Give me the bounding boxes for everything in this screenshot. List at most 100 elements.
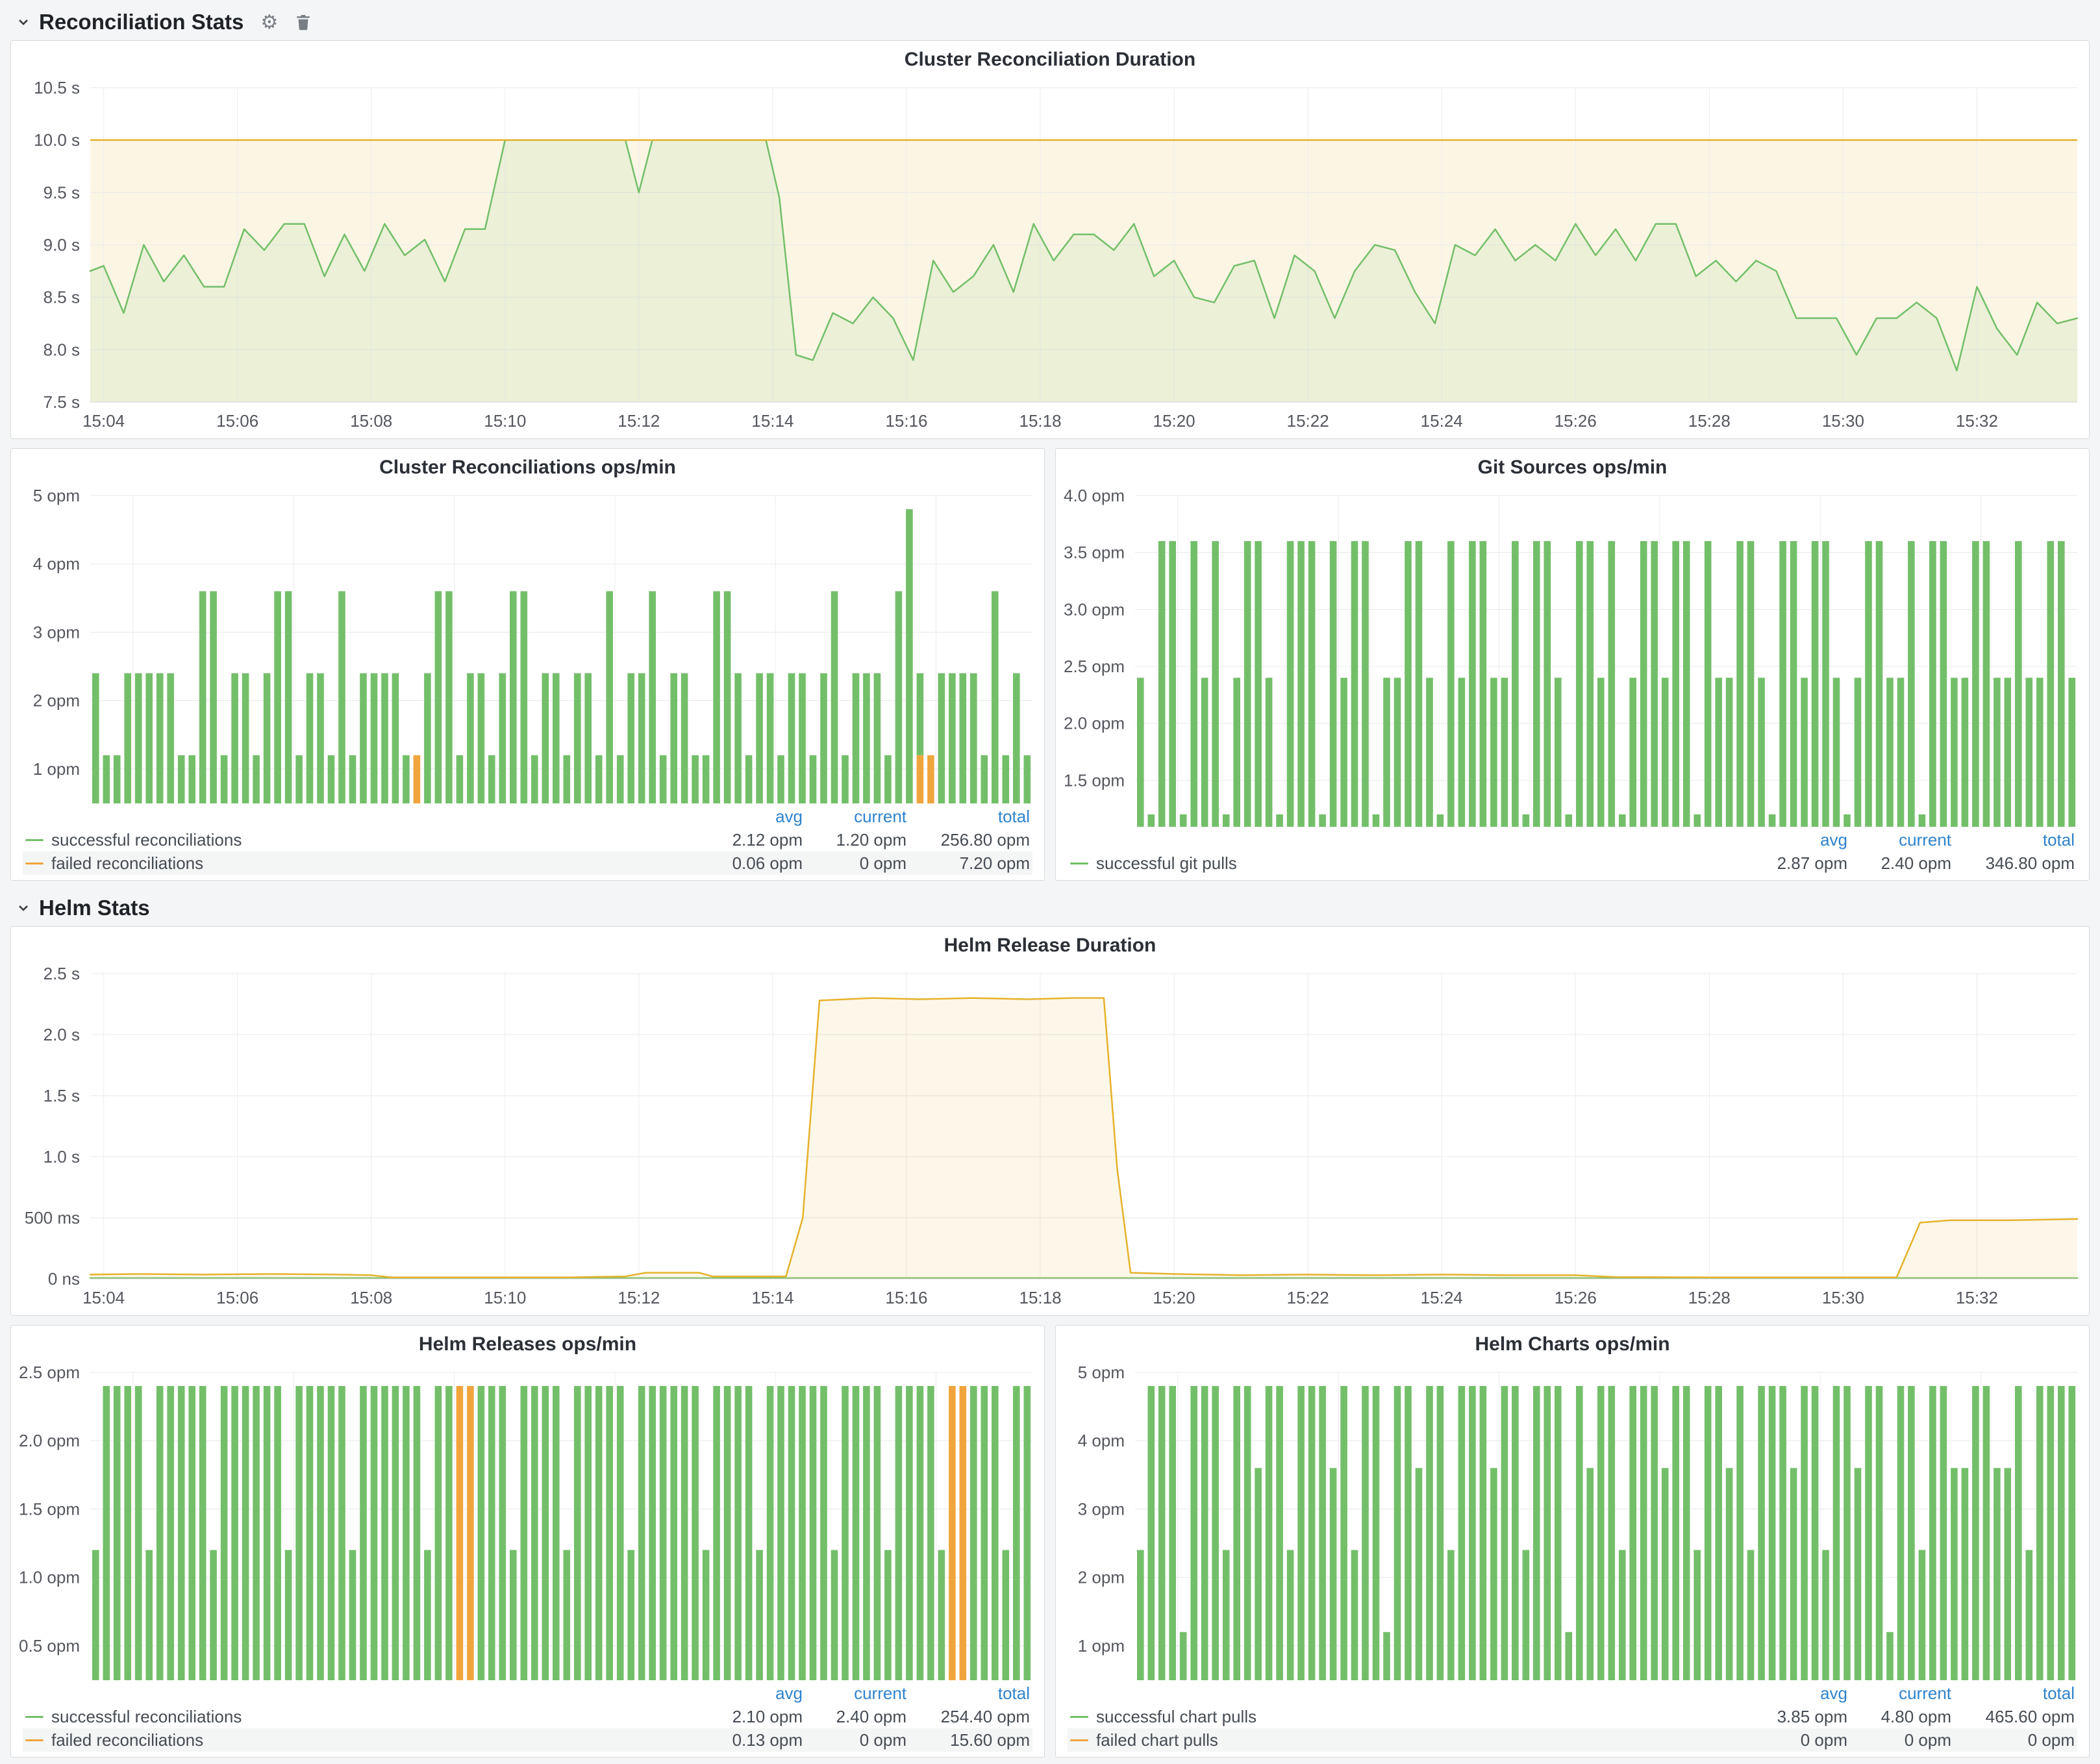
svg-text:15:22: 15:22 (1287, 1288, 1329, 1307)
svg-text:8.0 s: 8.0 s (44, 340, 80, 359)
svg-text:3 opm: 3 opm (33, 622, 80, 642)
svg-text:2.0 s: 2.0 s (44, 1025, 80, 1044)
legend-value: 0.13 opm (699, 1730, 803, 1750)
legend-header-avg[interactable]: avg (1744, 830, 1847, 850)
svg-text:15:12: 15:12 (618, 1288, 660, 1307)
panel-title[interactable]: Cluster Reconciliations ops/min (11, 449, 1044, 484)
svg-text:5 opm: 5 opm (1078, 1363, 1125, 1382)
git-sources-chart[interactable]: 1.0 opm1.5 opm2.0 opm2.5 opm3.0 opm3.5 o… (1056, 484, 2089, 827)
legend-value: 0 opm (1744, 1730, 1847, 1750)
legend-header-total[interactable]: total (1951, 1683, 2075, 1704)
legend-row: failed chart pulls0 opm0 opm0 opm (1068, 1728, 2077, 1752)
panel-title[interactable]: Helm Releases ops/min (11, 1326, 1044, 1361)
legend-header-row: avgcurrenttotal (23, 805, 1032, 828)
legend-header-total[interactable]: total (1951, 830, 2075, 850)
svg-text:2.5 opm: 2.5 opm (1064, 657, 1125, 676)
legend-value: 0 opm (1951, 1730, 2075, 1750)
legend-series-label[interactable]: successful git pulls (1096, 853, 1237, 874)
legend-header-avg[interactable]: avg (699, 1683, 803, 1704)
panel-title[interactable]: Helm Release Duration (11, 927, 2089, 962)
legend-header-current[interactable]: current (803, 1683, 906, 1704)
legend-row: failed reconciliations 0.13 opm0 opm15.60… (23, 1728, 1032, 1752)
svg-text:3.0 opm: 3.0 opm (1064, 599, 1125, 619)
legend-series-label[interactable]: failed reconciliations (51, 853, 203, 874)
legend-value: 465.60 opm (1951, 1707, 2075, 1727)
svg-text:15:04: 15:04 (82, 1288, 125, 1307)
series-color-dash (1070, 863, 1088, 864)
svg-text:15:22: 15:22 (1287, 411, 1329, 431)
section-header-reconciliation-stats[interactable]: Reconciliation Stats ⚙︎ (10, 4, 2090, 40)
legend-header-avg[interactable]: avg (1744, 1683, 1847, 1704)
svg-text:15:20: 15:20 (1153, 1288, 1195, 1307)
svg-text:2.0 opm: 2.0 opm (1064, 714, 1125, 733)
legend-header-row: avgcurrenttotal (23, 1682, 1032, 1705)
legend-series-label[interactable]: successful chart pulls (1096, 1707, 1256, 1727)
svg-text:15:26: 15:26 (1555, 411, 1597, 431)
cluster-reconciliations-chart[interactable]: 0 opm1 opm2 opm3 opm4 opm5 opm15:0515:10… (11, 484, 1044, 803)
helm-releases-chart[interactable]: 0 opm0.5 opm1.0 opm1.5 opm2.0 opm2.5 opm… (11, 1361, 1044, 1680)
panel-cluster-reconciliations-opm: Cluster Reconciliations ops/min 0 opm1 o… (10, 448, 1045, 881)
section-header-helm-stats[interactable]: Helm Stats (10, 890, 2090, 926)
section-title[interactable]: Reconciliation Stats (39, 10, 244, 34)
legend-value: 2.40 opm (803, 1707, 906, 1727)
svg-text:15:14: 15:14 (751, 1288, 794, 1307)
svg-text:15:24: 15:24 (1421, 1288, 1463, 1307)
trash-icon[interactable] (295, 13, 312, 31)
legend: avgcurrenttotalsuccessful reconciliation… (11, 803, 1044, 880)
svg-text:4.0 opm: 4.0 opm (1064, 486, 1125, 505)
svg-text:15:26: 15:26 (1555, 1288, 1597, 1307)
svg-text:4 opm: 4 opm (33, 554, 80, 573)
gear-icon[interactable]: ⚙︎ (260, 11, 278, 34)
svg-text:10.5 s: 10.5 s (34, 78, 80, 97)
panel-title[interactable]: Git Sources ops/min (1056, 449, 2089, 484)
panel-title[interactable]: Cluster Reconciliation Duration (11, 41, 2089, 76)
legend-row: failed reconciliations0.06 opm0 opm7.20 … (23, 851, 1032, 875)
legend-value: 254.40 opm (906, 1707, 1030, 1727)
svg-text:15:06: 15:06 (216, 411, 258, 431)
legend-header-avg[interactable]: avg (699, 807, 803, 827)
panel-git-sources-opm: Git Sources ops/min 1.0 opm1.5 opm2.0 op… (1055, 448, 2090, 881)
legend-series-label[interactable]: successful reconciliations (51, 1707, 242, 1727)
chevron-down-icon[interactable] (16, 900, 31, 916)
panel-cluster-reconciliation-duration: Cluster Reconciliation Duration 7.5 s 8.0… (10, 40, 2090, 439)
svg-text:15:16: 15:16 (885, 411, 927, 431)
legend-value: 15.60 opm (906, 1730, 1030, 1750)
legend-header-total[interactable]: total (906, 807, 1030, 827)
legend-header-current[interactable]: current (1847, 830, 1951, 850)
chevron-down-icon[interactable] (16, 14, 31, 30)
svg-text:15:32: 15:32 (1956, 1288, 1998, 1307)
svg-text:10.0 s: 10.0 s (34, 131, 80, 150)
legend-value: 7.20 opm (906, 853, 1030, 874)
legend-header-current[interactable]: current (1847, 1683, 1951, 1704)
helm-charts-chart[interactable]: 0 opm1 opm2 opm3 opm4 opm5 opm15:0515:10… (1056, 1361, 2089, 1680)
svg-text:15:04: 15:04 (82, 411, 125, 431)
legend-row: successful git pulls2.87 opm2.40 opm346.… (1068, 851, 2077, 875)
legend-row: successful reconciliations2.10 opm2.40 o… (23, 1705, 1032, 1728)
legend-value: 0 opm (803, 1730, 906, 1750)
svg-text:15:32: 15:32 (1956, 411, 1998, 431)
legend-value: 2.87 opm (1744, 853, 1847, 874)
legend-series-label[interactable]: failed reconciliations (51, 1730, 203, 1750)
helm-release-duration-chart[interactable]: 0 ns500 ms1.0 s1.5 s2.0 s2.5 s15:0415:06… (11, 962, 2089, 1315)
svg-text:9.0 s: 9.0 s (44, 235, 80, 255)
panel-title[interactable]: Helm Charts ops/min (1056, 1326, 2089, 1361)
svg-text:15:14: 15:14 (751, 411, 794, 431)
legend-header-total[interactable]: total (906, 1683, 1030, 1704)
svg-text:0.5 opm: 0.5 opm (19, 1636, 80, 1656)
svg-text:3.5 opm: 3.5 opm (1064, 543, 1125, 562)
dashboard: Reconciliation Stats ⚙︎ Cluster Reconcil… (0, 0, 2100, 1758)
legend-series-label[interactable]: successful reconciliations (51, 830, 242, 850)
svg-text:15:28: 15:28 (1688, 411, 1731, 431)
legend-series-label[interactable]: failed chart pulls (1096, 1730, 1218, 1750)
svg-text:15:08: 15:08 (350, 411, 392, 431)
svg-text:0 ns: 0 ns (48, 1269, 80, 1289)
svg-text:9.5 s: 9.5 s (44, 183, 80, 202)
series-color-dash (25, 1739, 44, 1741)
svg-text:15:10: 15:10 (484, 411, 526, 431)
cluster-reconciliation-duration-chart[interactable]: 7.5 s8.0 s8.5 s9.0 s9.5 s10.0 s10.5 s15:… (11, 76, 2089, 438)
section-title[interactable]: Helm Stats (39, 896, 150, 920)
svg-text:7.5 s: 7.5 s (44, 392, 80, 412)
legend-header-current[interactable]: current (803, 807, 906, 827)
svg-text:15:06: 15:06 (216, 1288, 258, 1307)
panel-helm-charts-opm: Helm Charts ops/min 0 opm1 opm2 opm3 opm… (1055, 1325, 2090, 1758)
